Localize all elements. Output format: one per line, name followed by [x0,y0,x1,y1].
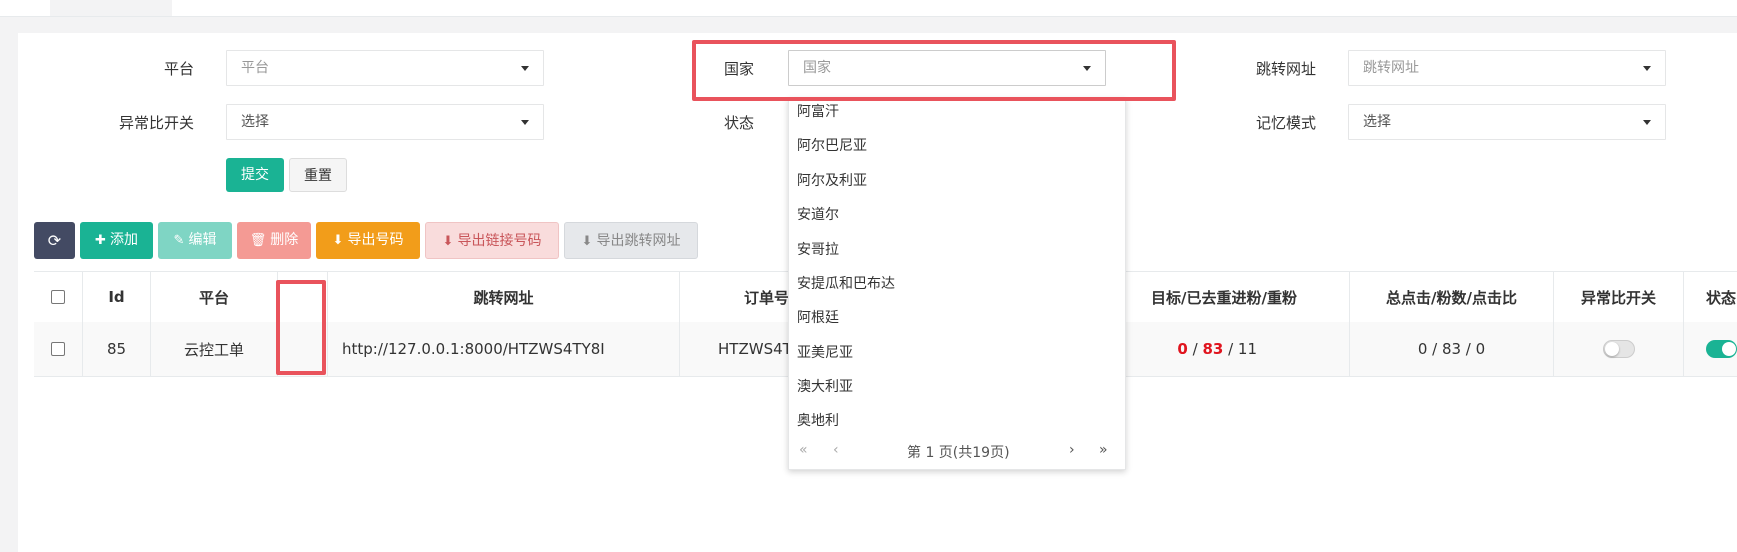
platform-label: 平台 [163,60,194,78]
country-option[interactable]: 安提瓜和巴布达 [797,274,895,294]
header-abnormal[interactable]: 异常比开关 [1554,272,1684,322]
target-value-a: 0 [1177,340,1188,358]
plus-icon: ✚ [95,233,106,248]
download-icon: ⬇ [442,234,454,249]
header-clicks[interactable]: 总点击/粉数/点击比 [1350,272,1554,322]
trash-icon: 🗑 [249,233,267,248]
delete-button-label: 删除 [270,232,299,248]
redirect-url-label: 跳转网址 [1255,60,1316,78]
country-option[interactable]: 安哥拉 [797,240,839,260]
row-redirect-url[interactable]: http://127.0.0.1:8000/HTZWS4TY8I [328,322,680,376]
country-option[interactable]: 安道尔 [797,205,839,225]
edit-button[interactable]: ✎ 编辑 [158,222,232,259]
country-option[interactable]: 阿尔巴尼亚 [797,136,867,156]
chevron-down-icon [1643,120,1651,125]
country-option[interactable]: 澳大利亚 [797,377,853,397]
header-platform[interactable]: 平台 [151,272,278,322]
platform-select-text: 平台 [241,60,269,76]
dropdown-pager: « ‹ 第 1 页(共19页) › » [789,433,1125,469]
add-button[interactable]: ✚ 添加 [80,222,153,259]
highlight-box-column [276,280,326,375]
add-button-label: 添加 [109,232,138,248]
memory-mode-select[interactable]: 选择 [1348,104,1666,140]
country-option[interactable]: 奥地利 [797,411,839,431]
export-redirect-button[interactable]: ⬇ 导出跳转网址 [564,222,698,259]
refresh-button[interactable]: ⟳ [34,222,75,259]
export-link-numbers-button[interactable]: ⬇ 导出链接号码 [425,222,559,259]
header-redirect-url[interactable]: 跳转网址 [328,272,680,322]
abnormal-ratio-select-text: 选择 [241,114,269,130]
target-value-c: 11 [1237,340,1257,358]
row-abnormal [1554,322,1684,376]
first-page-icon[interactable]: « [799,442,808,458]
abnormal-ratio-toggle[interactable] [1602,340,1635,358]
active-tab[interactable] [50,0,172,16]
chevron-down-icon [521,120,529,125]
export-link-numbers-label: 导出链接号码 [457,233,542,249]
download-icon: ⬇ [581,234,593,249]
chevron-down-icon [1643,66,1651,71]
last-page-icon[interactable]: » [1099,442,1108,458]
memory-mode-select-text: 选择 [1363,114,1391,130]
header-id[interactable]: Id [83,272,151,322]
pager-info: 第 1 页(共19页) [907,445,1010,461]
export-numbers-button[interactable]: ⬇ 导出号码 [316,222,420,259]
country-option[interactable]: 阿根廷 [797,308,839,328]
platform-select[interactable]: 平台 [226,50,544,86]
abnormal-ratio-select[interactable]: 选择 [226,104,544,140]
row-checkbox[interactable] [51,342,65,356]
top-nav-bar [0,0,1737,17]
redirect-url-select-text: 跳转网址 [1363,60,1419,76]
pencil-icon: ✎ [173,233,185,248]
redirect-url-select[interactable]: 跳转网址 [1348,50,1666,86]
abnormal-ratio-label: 异常比开关 [118,114,194,132]
edit-button-label: 编辑 [188,232,217,248]
toggle-knob [1722,342,1736,356]
country-option[interactable]: 阿富汗 [797,102,839,122]
chevron-down-icon [521,66,529,71]
export-redirect-label: 导出跳转网址 [596,233,681,249]
country-option[interactable]: 亚美尼亚 [797,343,853,363]
row-id: 85 [83,322,151,376]
refresh-icon: ⟳ [47,231,62,250]
toggle-knob [1604,342,1619,356]
row-clicks: 0 / 83 / 0 [1350,322,1554,376]
next-page-icon[interactable]: › [1069,442,1075,458]
export-numbers-label: 导出号码 [347,232,404,248]
country-dropdown: 阿富汗 阿尔巴尼亚 阿尔及利亚 安道尔 安哥拉 安提瓜和巴布达 阿根廷 亚美尼亚… [788,98,1126,470]
memory-mode-label: 记忆模式 [1255,114,1316,132]
row-status [1684,322,1737,376]
status-label: 状态 [723,114,754,132]
target-value-b: 83 [1202,340,1224,358]
reset-button[interactable]: 重置 [289,158,347,192]
select-all-checkbox[interactable] [51,290,65,304]
delete-button[interactable]: 🗑 删除 [237,222,311,259]
download-icon: ⬇ [332,233,344,248]
submit-button[interactable]: 提交 [226,158,284,192]
prev-page-icon[interactable]: ‹ [833,442,839,458]
header-status[interactable]: 状态 [1684,272,1737,322]
header-checkbox-cell[interactable] [34,272,83,322]
country-option[interactable]: 阿尔及利亚 [797,171,867,191]
target-sep-2: / [1223,340,1238,358]
status-toggle[interactable] [1706,340,1737,358]
highlight-box-country [692,40,1176,101]
row-platform: 云控工单 [151,322,278,376]
row-checkbox-cell[interactable] [34,322,83,376]
target-sep-1: / [1187,340,1203,358]
